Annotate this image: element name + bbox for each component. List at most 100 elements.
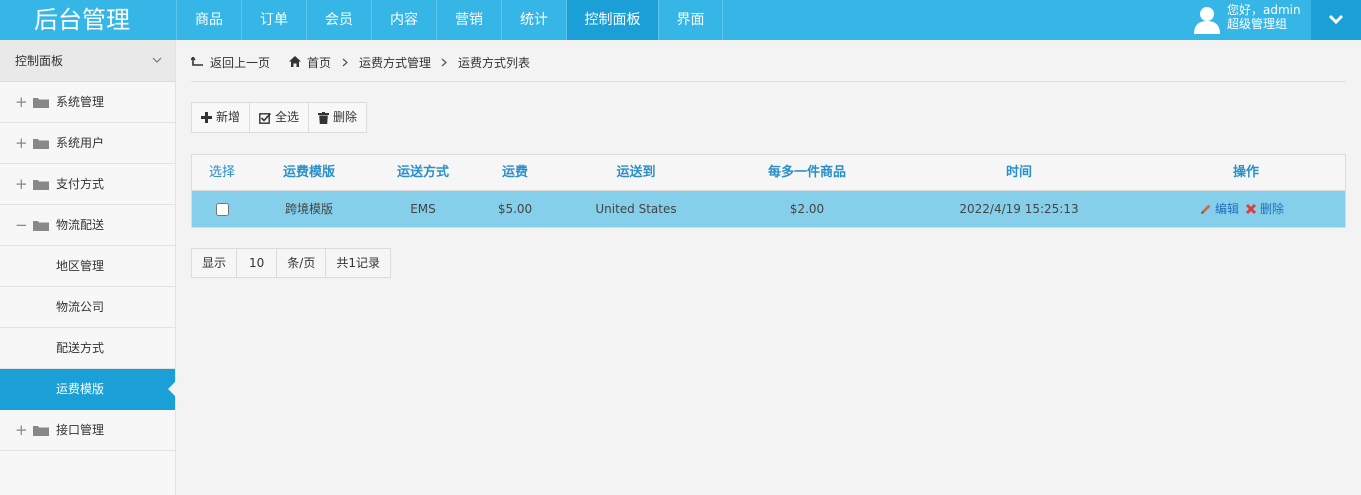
chevron-right-icon [342,58,348,67]
col-destination: 运送到 [616,165,656,180]
breadcrumb-freight-management[interactable]: 运费方式管理 [359,40,431,86]
delete-button-label: 删除 [333,110,358,124]
expand-icon: + [15,93,28,111]
plus-icon [201,112,212,123]
col-actions: 操作 [1232,165,1259,180]
cell-extra: $2.00 [789,202,825,216]
user-info[interactable]: 您好，admin 超级管理组 [1190,0,1310,40]
nav-item-statistics[interactable]: 统计 [501,0,566,40]
nav-item-marketing[interactable]: 营销 [436,0,501,40]
breadcrumb-freight-list: 运费方式列表 [458,56,531,70]
row-actions: 编辑 删除 [1199,191,1284,227]
nav-item-orders[interactable]: 订单 [241,0,306,40]
expand-icon: + [15,134,28,152]
breadcrumb-home[interactable]: 首页 [307,40,331,86]
toolbar: 新增 全选 删除 [191,102,368,133]
delete-button[interactable]: 删除 [309,103,366,132]
user-menu-button[interactable] [1311,0,1361,40]
edit-link[interactable]: 编辑 [1199,191,1239,227]
cell-template: 跨境模版 [284,202,333,216]
check-square-icon [259,112,272,124]
folder-icon [33,426,49,436]
nav-item-content[interactable]: 内容 [371,0,436,40]
col-template: 运费模版 [282,165,335,180]
sidebar-item-payment-methods[interactable]: + 支付方式 [0,164,175,205]
pager-show-label: 显示 [192,249,238,277]
home-icon [289,56,301,67]
back-link[interactable]: 返回上一页 [210,40,270,86]
pager-total: 共1记录 [336,256,380,270]
expand-icon: + [15,421,28,439]
nav-item-members[interactable]: 会员 [306,0,371,40]
delete-x-icon [1245,203,1257,215]
sidebar-item-label: 支付方式 [56,177,105,191]
col-fee: 运费 [501,165,528,180]
folder-icon [33,180,49,190]
pencil-icon [1201,204,1211,214]
freight-table: 选择 运费模版 运送方式 运费 运送到 每多一件商品 时间 操作 跨境模版 EM… [191,154,1346,228]
top-header: 后台管理 商品 订单 会员 内容 营销 统计 控制面板 界面 您好，admin … [0,0,1361,40]
sidebar-item-label: 物流配送 [56,218,105,232]
pagination: 显示 10 条/页 共1记录 [191,248,391,278]
active-pointer [168,381,176,397]
folder-icon [33,98,49,108]
top-nav: 商品 订单 会员 内容 营销 统计 控制面板 界面 [176,0,723,40]
sidebar-item-logistics[interactable]: − 物流配送 [0,205,175,246]
pager-unit-label: 条/页 [277,249,327,277]
page-size-select[interactable]: 10 [237,249,278,277]
add-button[interactable]: 新增 [192,103,251,132]
sidebar-item-label: 系统管理 [56,95,105,109]
user-avatar-icon [1194,7,1220,34]
select-all-button[interactable]: 全选 [250,103,310,132]
sidebar-item-label: 配送方式 [56,341,105,355]
sidebar-item-label: 系统用户 [56,136,105,150]
sidebar-item-freight-templates[interactable]: 运费模版 [0,369,176,410]
select-all-label: 全选 [275,110,300,124]
row-checkbox[interactable] [215,203,229,216]
delete-link-label: 删除 [1260,202,1285,216]
chevron-down-icon [1328,14,1344,25]
table-header: 选择 运费模版 运送方式 运费 运送到 每多一件商品 时间 操作 [192,155,1345,191]
sidebar-item-label: 地区管理 [56,259,105,273]
sidebar-item-system-management[interactable]: + 系统管理 [0,82,175,123]
breadcrumb: 返回上一页 首页 运费方式管理 运费方式列表 [191,40,1346,82]
nav-item-goods[interactable]: 商品 [176,0,241,40]
cell-destination: United States [595,202,677,216]
sidebar-item-regions[interactable]: 地区管理 [0,246,175,287]
table-row: 跨境模版 EMS $5.00 United States $2.00 2022/… [192,191,1345,227]
folder-icon [33,221,49,231]
sidebar-item-api-management[interactable]: + 接口管理 [0,410,175,451]
nav-item-interface[interactable]: 界面 [658,0,723,40]
cell-method: EMS [410,202,436,216]
cell-fee: $5.00 [497,202,533,216]
sidebar-item-label: 接口管理 [56,423,105,437]
user-greeting: 您好，admin [1227,3,1301,17]
sidebar-item-label: 物流公司 [56,300,105,314]
edit-link-label: 编辑 [1215,202,1240,216]
col-time: 时间 [1005,165,1032,180]
chevron-right-icon [441,58,447,67]
sidebar: 控制面板 + 系统管理 + 系统用户 + 支付方式 − 物流配送 地区管理 物流… [0,40,176,495]
sidebar-item-system-users[interactable]: + 系统用户 [0,123,175,164]
nav-item-control-panel[interactable]: 控制面板 [566,0,658,40]
col-method: 运送方式 [396,165,449,180]
sidebar-title-label: 控制面板 [15,54,64,68]
sidebar-title[interactable]: 控制面板 [0,40,175,82]
row-select-cell [192,191,252,230]
back-icon [191,57,203,66]
expand-icon: + [15,175,28,193]
user-group: 超级管理组 [1227,17,1288,31]
folder-icon [33,139,49,149]
sidebar-item-delivery-methods[interactable]: 配送方式 [0,328,175,369]
sidebar-item-logistics-companies[interactable]: 物流公司 [0,287,175,328]
cell-time: 2022/4/19 15:25:13 [959,202,1079,216]
sidebar-item-label: 运费模版 [56,382,105,396]
chevron-down-icon [152,57,162,63]
main-content: 返回上一页 首页 运费方式管理 运费方式列表 新增 全选 删除 选择 运费模版 … [191,40,1346,278]
col-extra: 每多一件商品 [767,165,846,180]
collapse-icon: − [15,216,28,234]
trash-icon [318,111,330,124]
delete-link[interactable]: 删除 [1245,191,1284,227]
app-title: 后台管理 [34,6,130,34]
col-select: 选择 [208,165,235,180]
